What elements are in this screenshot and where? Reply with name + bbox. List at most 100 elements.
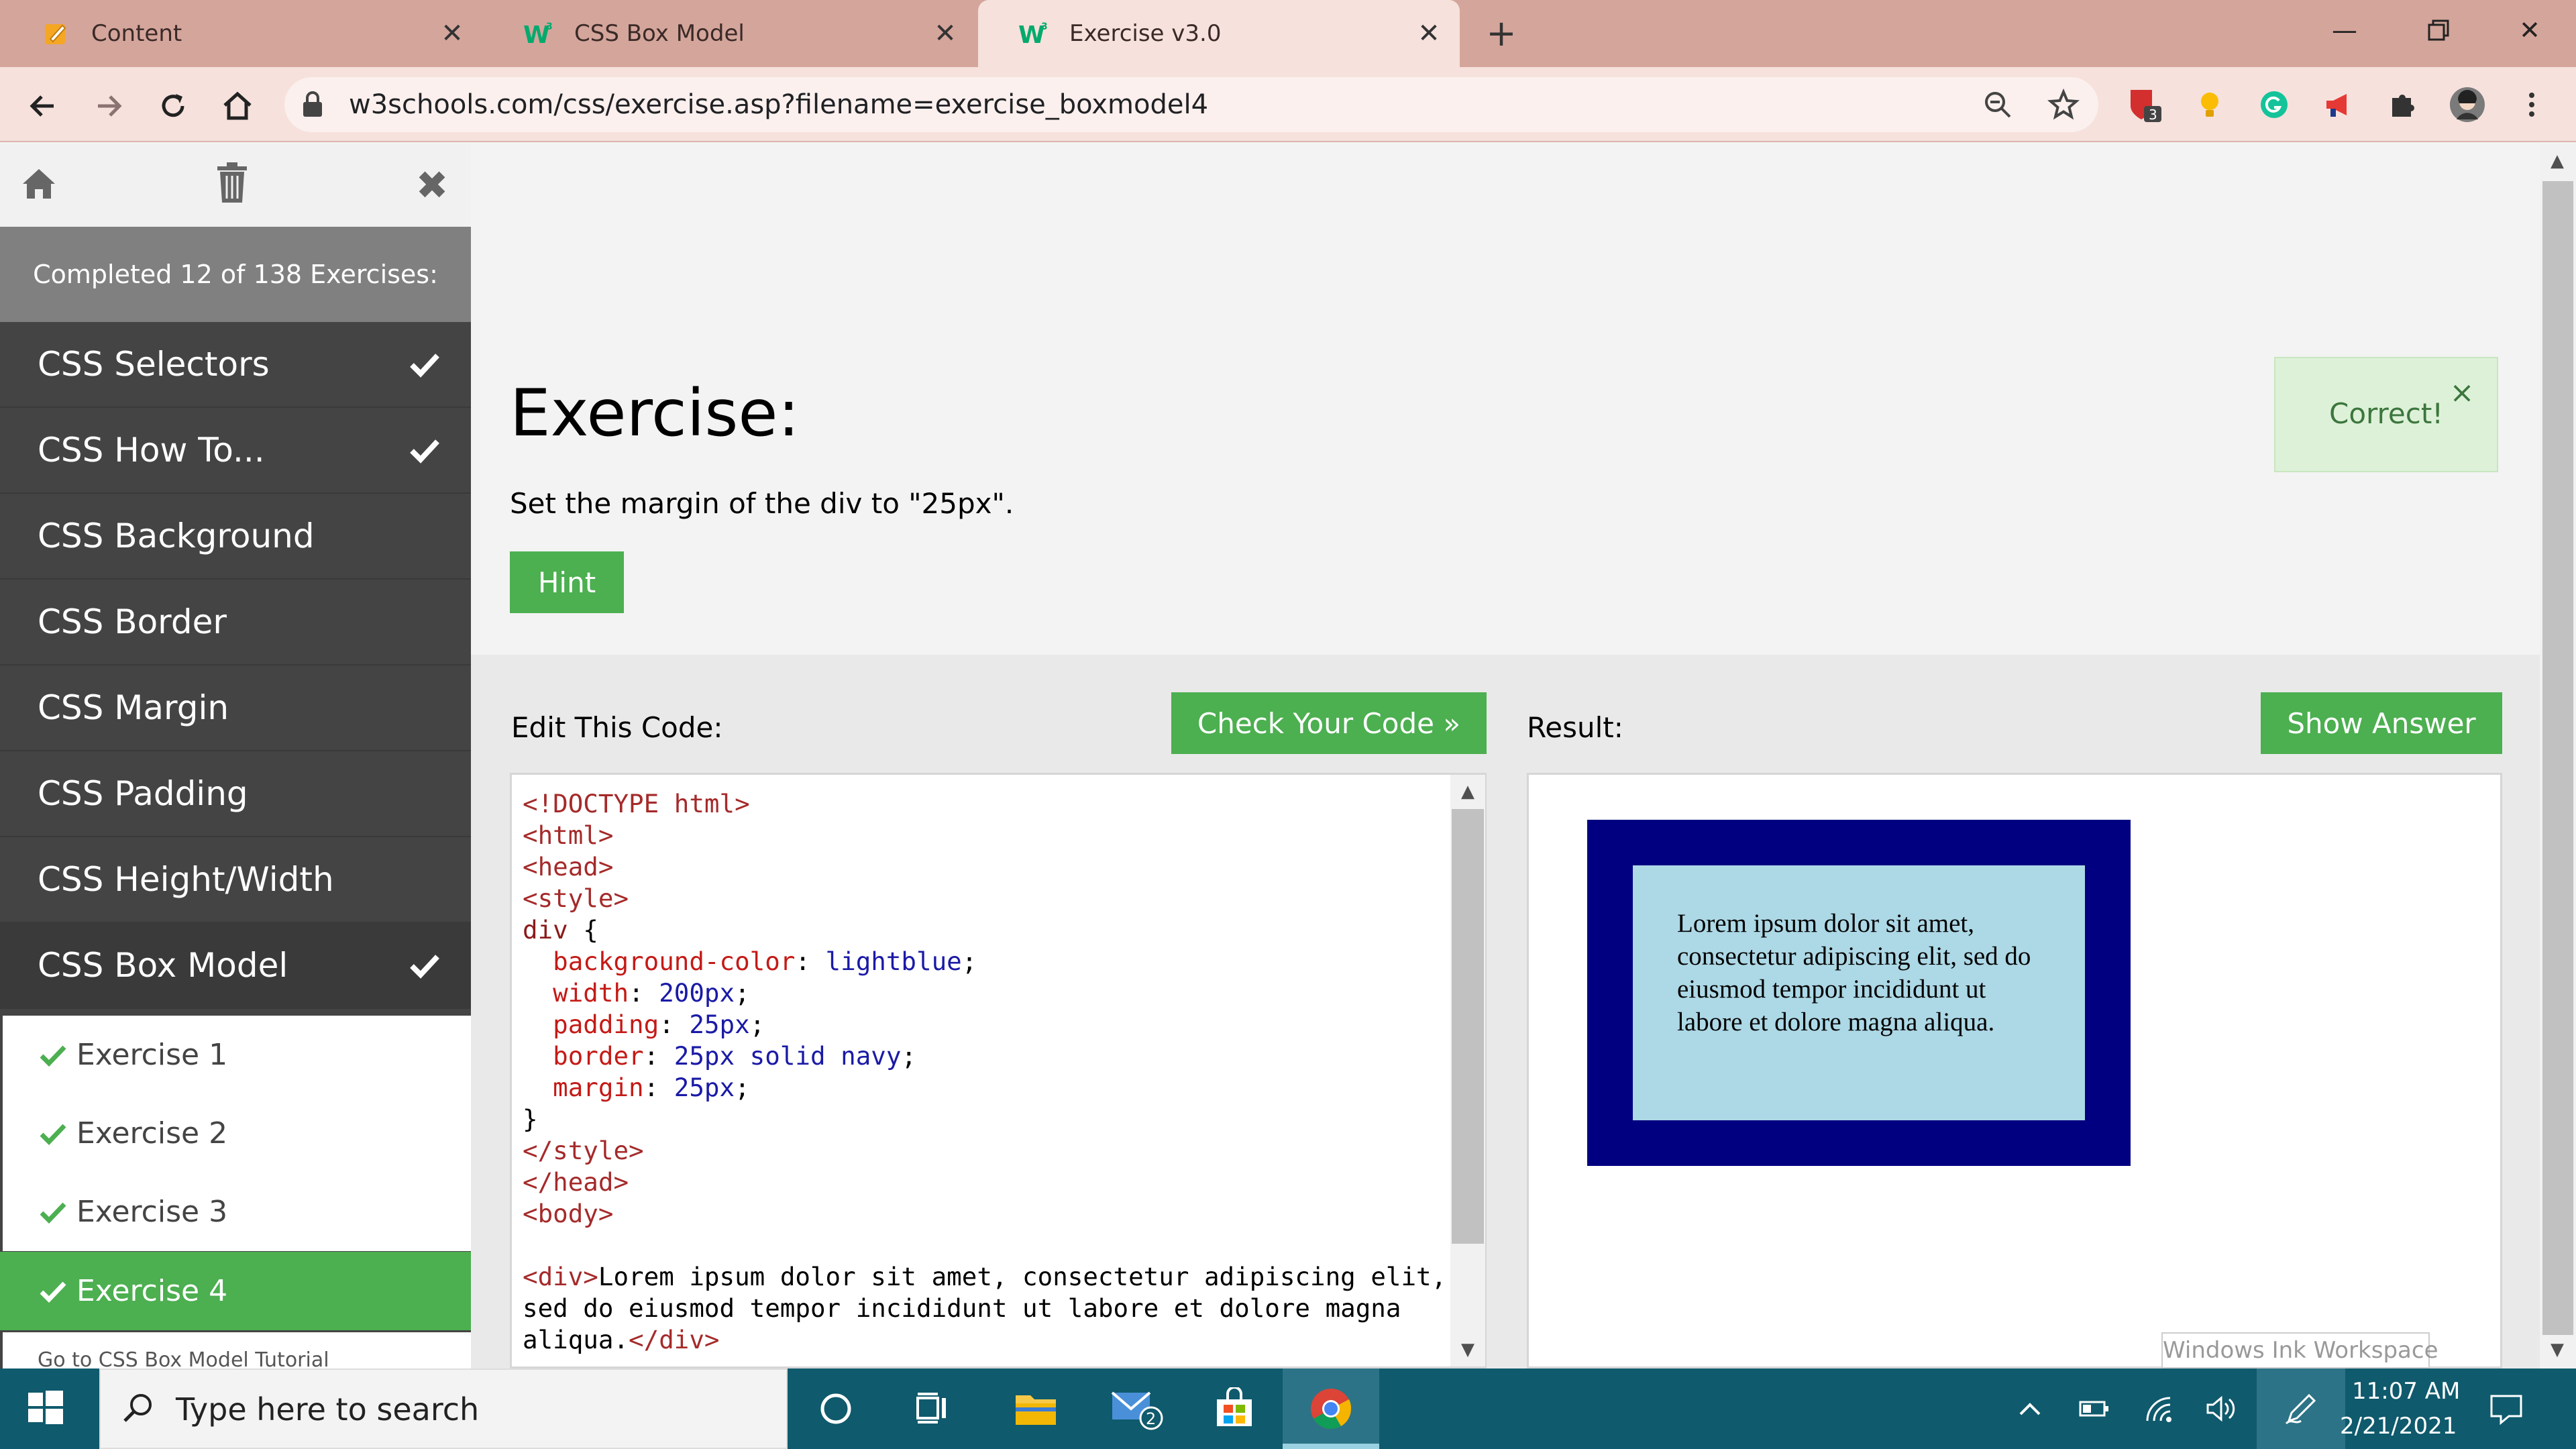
exercise-item-2[interactable]: Exercise 2 [0,1094,471,1173]
url-text[interactable]: w3schools.com/css/exercise.asp?filename=… [349,89,1208,120]
checkmark-icon [40,1281,66,1303]
cortana-icon[interactable] [809,1382,863,1436]
menu-kebab-icon[interactable] [2513,86,2551,123]
code-text[interactable]: <!DOCTYPE html> <html> <head> <style> di… [523,788,1446,1356]
home-icon[interactable] [213,82,262,130]
close-tab-icon[interactable]: ✕ [437,19,467,48]
code-line: <body> [523,1199,614,1228]
windows-start-icon[interactable] [27,1389,67,1429]
shield-extension-icon[interactable]: 3 [2125,86,2163,123]
css-value: lightblue [825,947,962,976]
sidebar-item-label: CSS Box Model [38,946,288,985]
chrome-icon[interactable] [1304,1382,1358,1436]
sidebar-item-css-how-to[interactable]: CSS How To... [0,408,471,494]
css-property: padding [553,1010,659,1039]
restore-icon[interactable] [2408,7,2469,54]
sidebar-item-css-selectors[interactable]: CSS Selectors [0,322,471,408]
scroll-down-icon[interactable]: ▼ [1450,1335,1485,1364]
reload-icon[interactable] [149,82,197,130]
exercise-item-label: Exercise 4 [76,1274,228,1308]
volume-icon[interactable] [2202,1389,2242,1429]
megaphone-extension-icon[interactable] [2320,86,2357,123]
file-explorer-icon[interactable] [1009,1382,1063,1436]
code-text-line: sed do eiusmod tempor incididunt ut labo… [523,1293,1401,1323]
task-view-icon[interactable] [906,1382,959,1436]
back-icon[interactable] [19,82,67,130]
bookmark-star-icon[interactable] [2045,86,2082,123]
tab-title: Exercise v3.0 [1069,20,1222,47]
code-editor[interactable]: <!DOCTYPE html> <html> <head> <style> di… [510,773,1487,1368]
editor-scrollbar-thumb[interactable] [1452,809,1484,1244]
sidebar-item-css-height-width[interactable]: CSS Height/Width [0,837,471,923]
sidebar-item-label: CSS How To... [38,431,265,470]
page-scrollbar-thumb[interactable] [2542,181,2573,1335]
tab-title: Content [91,20,182,47]
checkmark-icon [40,1045,66,1067]
pen-workspace-icon[interactable] [2281,1389,2321,1429]
show-answer-button[interactable]: Show Answer [2261,692,2502,754]
chevron-up-icon[interactable] [2010,1389,2050,1429]
result-label: Result: [1527,711,1623,744]
close-sidebar-icon[interactable]: ✖ [413,166,451,205]
checkmark-icon [40,1202,66,1224]
minimize-icon[interactable]: — [2314,7,2375,54]
code-tag: </div> [629,1325,720,1354]
css-property: margin [553,1073,644,1102]
tab-css-box-model[interactable]: W3 CSS Box Model ✕ [483,0,976,67]
exercise-item-1[interactable]: Exercise 1 [0,1016,471,1094]
checkmark-icon [410,955,439,979]
tab-exercise[interactable]: W3 Exercise v3.0 ✕ [978,0,1460,67]
extension-badge: 3 [2149,107,2157,123]
wifi-icon[interactable] [2140,1389,2180,1429]
close-tab-icon[interactable]: ✕ [1414,19,1444,48]
sidebar-item-label: CSS Background [38,517,315,555]
lightbulb-extension-icon[interactable] [2191,86,2229,123]
clock-time[interactable]: 11:07 AM [2352,1378,2460,1405]
close-tab-icon[interactable]: ✕ [930,19,960,48]
new-tab-button[interactable]: + [1483,15,1520,54]
zoom-icon[interactable] [1979,86,2017,123]
battery-icon[interactable] [2074,1389,2114,1429]
notifications-icon[interactable] [2486,1389,2526,1429]
css-property: border [553,1041,644,1071]
css-value: 200px [659,978,735,1008]
css-value: 25px solid navy [674,1041,902,1071]
exercise-item-4[interactable]: Exercise 4 [0,1252,471,1330]
trash-icon[interactable] [213,161,256,208]
sidebar-item-label: CSS Border [38,602,227,641]
page-scroll-up-icon[interactable]: ▲ [2540,146,2575,176]
exercise-item-3[interactable]: Exercise 3 [0,1173,471,1251]
forward-icon[interactable] [85,82,133,130]
clock-date[interactable]: 2/21/2021 [2340,1413,2457,1440]
sidebar-item-css-margin[interactable]: CSS Margin [0,665,471,751]
exercise-item-label: Exercise 3 [76,1195,228,1229]
sidebar-item-css-background[interactable]: CSS Background [0,494,471,580]
close-feedback-icon[interactable]: × [2449,378,2475,408]
store-icon[interactable] [1208,1382,1261,1436]
scroll-up-icon[interactable]: ▲ [1450,777,1485,806]
sidebar-item-css-padding[interactable]: CSS Padding [0,751,471,837]
mail-icon[interactable]: 2 [1111,1382,1165,1436]
css-value: 25px [689,1010,750,1039]
search-placeholder[interactable]: Type here to search [176,1391,479,1428]
hint-button[interactable]: Hint [510,551,624,613]
result-text: Lorem ipsum dolor sit amet, consectetur … [1677,909,2031,1036]
taskbar-active-indicator [1283,1444,1379,1449]
profile-avatar-icon[interactable] [2449,86,2486,123]
check-code-button[interactable]: Check Your Code » [1171,692,1487,754]
grammarly-icon[interactable] [2255,86,2293,123]
sidebar-item-label: CSS Padding [38,774,248,813]
extensions-puzzle-icon[interactable] [2384,86,2422,123]
sidebar-item-css-box-model[interactable]: CSS Box Model [0,923,471,1009]
svg-text:3: 3 [546,21,553,32]
code-line: <!DOCTYPE html> [523,789,750,818]
brace: } [523,1104,538,1134]
sidebar-item-css-border[interactable]: CSS Border [0,580,471,665]
css-property: width [553,978,629,1008]
css-property: background-color [553,947,796,976]
lock-icon[interactable] [301,90,327,119]
home-icon[interactable] [19,164,62,207]
page-scroll-down-icon[interactable]: ▼ [2540,1335,2575,1364]
tab-content[interactable]: Content ✕ [0,0,483,67]
close-window-icon[interactable]: ✕ [2500,7,2560,54]
